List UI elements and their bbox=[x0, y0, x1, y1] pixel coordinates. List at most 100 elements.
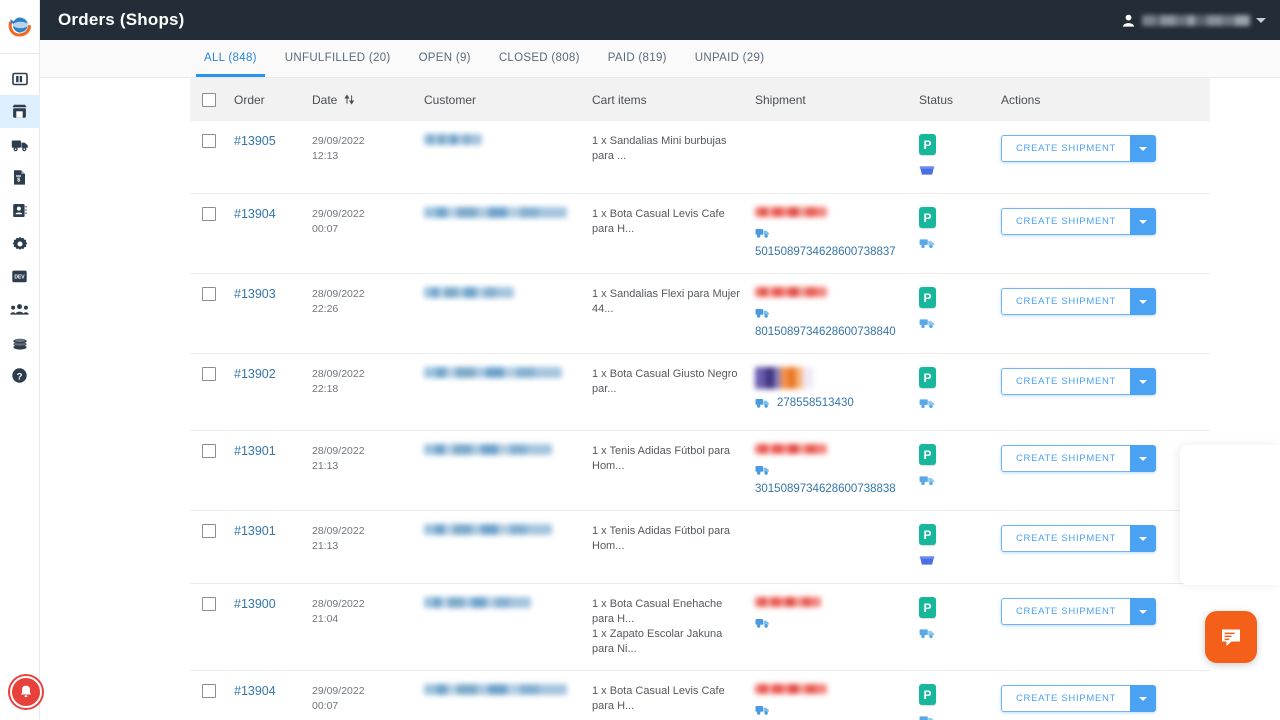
tracking-row[interactable]: 5015089734628600738837 bbox=[755, 703, 907, 720]
header-date-label: Date bbox=[312, 92, 338, 107]
coins-stack-icon bbox=[12, 338, 27, 350]
order-link[interactable]: #13905 bbox=[234, 134, 276, 148]
order-link[interactable]: #13904 bbox=[234, 684, 276, 698]
header-date[interactable]: Date bbox=[306, 78, 418, 121]
create-shipment-button[interactable]: CREATE SHIPMENT bbox=[1001, 288, 1131, 315]
table-row[interactable]: #13901 28/09/2022 21:13 1 x Tenis Adidas… bbox=[190, 430, 1210, 511]
create-shipment-button[interactable]: CREATE SHIPMENT bbox=[1001, 685, 1131, 712]
row-checkbox[interactable] bbox=[202, 444, 216, 458]
order-link[interactable]: #13900 bbox=[234, 597, 276, 611]
create-shipment-button[interactable]: CREATE SHIPMENT bbox=[1001, 598, 1131, 625]
actions-cell: CREATE SHIPMENT bbox=[995, 583, 1210, 671]
order-time: 22:26 bbox=[312, 303, 339, 315]
create-shipment-dropdown-toggle[interactable] bbox=[1130, 208, 1157, 235]
create-shipment-dropdown-toggle[interactable] bbox=[1130, 525, 1157, 552]
shipping-truck-icon bbox=[919, 239, 935, 249]
tracking-row[interactable]: 3015089734628600738838 bbox=[755, 463, 907, 495]
shipment-cell bbox=[749, 121, 913, 194]
sidebar-item-invoices[interactable]: $ bbox=[0, 161, 40, 194]
table-row[interactable]: #13905 29/09/2022 12:13 1 x Sandalias Mi… bbox=[190, 121, 1210, 194]
tracking-row[interactable]: 8015089734628600738840 bbox=[755, 306, 907, 338]
sidebar-item-help[interactable]: ? bbox=[0, 359, 40, 392]
row-checkbox[interactable] bbox=[202, 287, 216, 301]
tracking-row[interactable]: 5015089734628600738837 bbox=[755, 226, 907, 258]
date-cell: 28/09/2022 21:13 bbox=[306, 430, 418, 511]
customer-cell bbox=[418, 353, 586, 431]
gear-icon bbox=[12, 236, 27, 250]
tab-unpaid[interactable]: UNPAID (29) bbox=[681, 41, 779, 77]
sidebar-item-billing[interactable] bbox=[0, 326, 40, 359]
header-order[interactable]: Order bbox=[228, 78, 306, 121]
create-shipment-button-group: CREATE SHIPMENT bbox=[1001, 208, 1157, 235]
cart-items-cell: 1 x Sandalias Flexi para Mujer 44... bbox=[586, 273, 749, 354]
sidebar-item-dashboard[interactable] bbox=[0, 62, 40, 95]
create-shipment-dropdown-toggle[interactable] bbox=[1130, 685, 1157, 712]
table-row[interactable]: #13904 29/09/2022 00:07 1 x Bota Casual … bbox=[190, 193, 1210, 274]
chat-widget-button[interactable] bbox=[1205, 611, 1257, 663]
create-shipment-dropdown-toggle[interactable] bbox=[1130, 368, 1157, 395]
row-checkbox[interactable] bbox=[202, 207, 216, 221]
tab-unfulfilled[interactable]: UNFULFILLED (20) bbox=[271, 41, 405, 77]
customer-cell bbox=[418, 121, 586, 194]
create-shipment-button[interactable]: CREATE SHIPMENT bbox=[1001, 445, 1131, 472]
row-checkbox[interactable] bbox=[202, 524, 216, 538]
table-row[interactable]: #13901 28/09/2022 21:13 1 x Tenis Adidas… bbox=[190, 510, 1210, 584]
tracking-number[interactable]: 5015089734628600738837 bbox=[755, 246, 907, 258]
row-checkbox[interactable] bbox=[202, 134, 216, 148]
order-date: 28/09/2022 bbox=[312, 288, 365, 300]
truck-icon bbox=[11, 140, 28, 151]
sidebar-item-developer[interactable]: DEV bbox=[0, 260, 40, 293]
create-shipment-dropdown-toggle[interactable] bbox=[1130, 445, 1157, 472]
create-shipment-button[interactable]: CREATE SHIPMENT bbox=[1001, 208, 1131, 235]
table-header-row: Order Date Customer Cart items Shipment bbox=[190, 78, 1210, 121]
bell-icon bbox=[20, 685, 32, 697]
row-checkbox[interactable] bbox=[202, 684, 216, 698]
actions-cell: CREATE SHIPMENT bbox=[995, 273, 1210, 354]
row-checkbox[interactable] bbox=[202, 367, 216, 381]
tracking-number[interactable]: 278558513430 bbox=[777, 397, 854, 409]
shipment-cell bbox=[749, 510, 913, 584]
create-shipment-dropdown-toggle[interactable] bbox=[1130, 288, 1157, 315]
sidebar-item-shops[interactable] bbox=[0, 95, 40, 128]
create-shipment-button[interactable]: CREATE SHIPMENT bbox=[1001, 135, 1131, 162]
status-fulfillment-icon bbox=[919, 626, 936, 643]
user-menu[interactable] bbox=[1121, 13, 1266, 28]
date-cell: 28/09/2022 22:26 bbox=[306, 273, 418, 354]
create-shipment-dropdown-toggle[interactable] bbox=[1130, 598, 1157, 625]
notifications-button[interactable] bbox=[10, 676, 42, 708]
tracking-number[interactable]: 3015089734628600738838 bbox=[755, 483, 907, 495]
create-shipment-button[interactable]: CREATE SHIPMENT bbox=[1001, 368, 1131, 395]
sidebar-item-contacts[interactable] bbox=[0, 194, 40, 227]
shipment-address-redacted bbox=[755, 684, 827, 694]
tab-all[interactable]: ALL (848) bbox=[190, 41, 271, 77]
order-link[interactable]: #13903 bbox=[234, 287, 276, 301]
sidebar-item-shipments[interactable] bbox=[0, 128, 40, 161]
tracking-number[interactable]: 8015089734628600738840 bbox=[755, 326, 907, 338]
row-select-cell bbox=[190, 430, 228, 511]
table-row[interactable]: #13904 29/09/2022 00:07 1 x Bota Casual … bbox=[190, 670, 1210, 720]
table-row[interactable]: #13902 28/09/2022 22:18 1 x Bota Casual … bbox=[190, 353, 1210, 431]
tracking-row[interactable]: 278558513430 bbox=[755, 396, 907, 409]
status-fulfillment-icon bbox=[919, 553, 935, 570]
sidebar-item-users[interactable] bbox=[0, 293, 40, 326]
select-all-checkbox[interactable] bbox=[202, 92, 216, 107]
tab-closed[interactable]: CLOSED (808) bbox=[485, 41, 594, 77]
order-link[interactable]: #13902 bbox=[234, 367, 276, 381]
header-customer[interactable]: Customer bbox=[418, 78, 586, 121]
actions-cell: CREATE SHIPMENT bbox=[995, 193, 1210, 274]
app-logo[interactable] bbox=[0, 0, 40, 54]
tracking-row[interactable] bbox=[755, 616, 907, 632]
order-link[interactable]: #13904 bbox=[234, 207, 276, 221]
create-shipment-dropdown-toggle[interactable] bbox=[1130, 135, 1157, 162]
sidebar-item-settings[interactable] bbox=[0, 227, 40, 260]
cart-item-line: 1 x Tenis Adidas Fútbol para Hom... bbox=[592, 525, 730, 552]
order-link[interactable]: #13901 bbox=[234, 444, 276, 458]
customer-name-redacted bbox=[424, 684, 567, 695]
order-link[interactable]: #13901 bbox=[234, 524, 276, 538]
row-checkbox[interactable] bbox=[202, 597, 216, 611]
tab-paid[interactable]: PAID (819) bbox=[594, 41, 681, 77]
create-shipment-button[interactable]: CREATE SHIPMENT bbox=[1001, 525, 1131, 552]
table-row[interactable]: #13900 28/09/2022 21:04 1 x Bota Casual … bbox=[190, 583, 1210, 671]
table-row[interactable]: #13903 28/09/2022 22:26 1 x Sandalias Fl… bbox=[190, 273, 1210, 354]
tab-open[interactable]: OPEN (9) bbox=[405, 41, 485, 77]
